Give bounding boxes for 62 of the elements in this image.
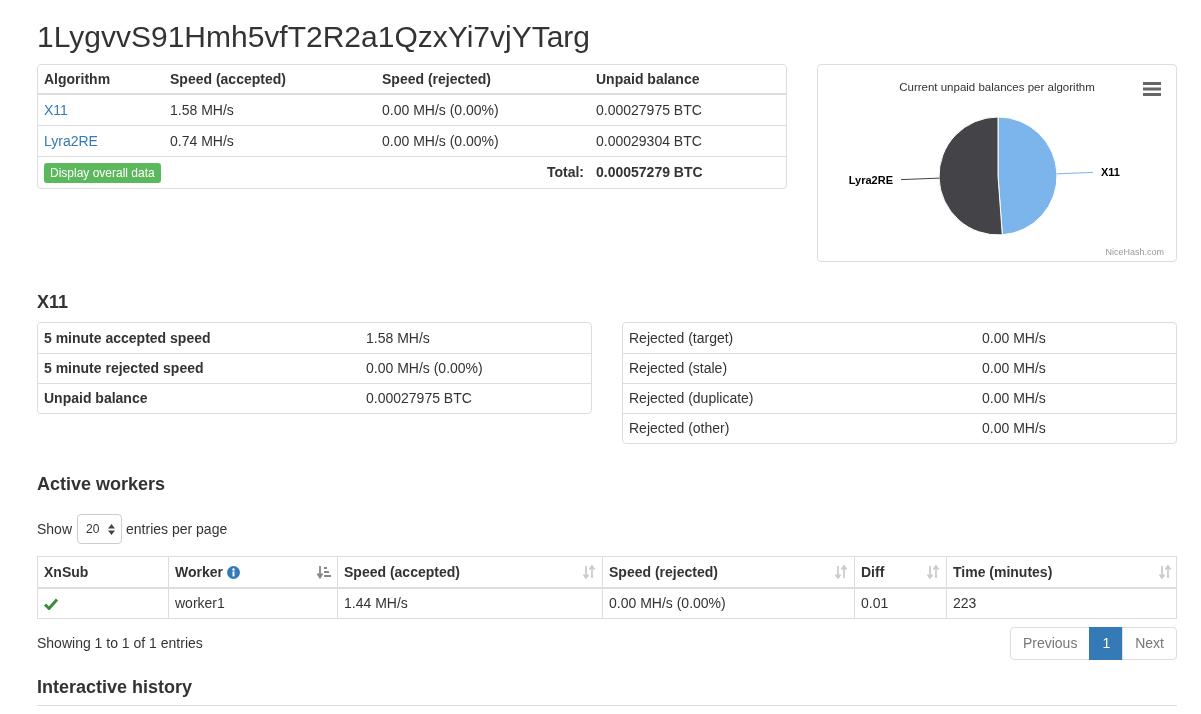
row-label: 5 minute rejected speed (43, 359, 205, 378)
sort-icon[interactable] (1158, 565, 1172, 579)
table-cell-text: 0.00 MH/s (981, 389, 1047, 408)
table-cell-text: 0.00027975 BTC (365, 389, 473, 408)
table-cell-text: 0.00 MH/s (981, 328, 1047, 348)
algorithm-link[interactable]: Lyra2RE (44, 130, 98, 152)
column-header[interactable]: Speed (accepted) (344, 561, 460, 583)
total-label: Total: (546, 163, 584, 182)
table-cell-text: 0.00 MH/s (0.00%) (365, 359, 484, 378)
table-cell: 223 (946, 589, 1178, 618)
column-header: XnSub (44, 562, 89, 582)
column-header[interactable]: Diff (861, 561, 885, 583)
sort-icon[interactable] (926, 565, 940, 579)
per-page-label: entries per page (126, 519, 228, 539)
chart-title: Current unpaid balances per algorithm (899, 81, 1095, 93)
sort-icon[interactable] (317, 565, 331, 579)
table-cell-text: 0.00 MH/s (0.00%) (381, 131, 500, 151)
table-cell-text: 1.58 MH/s (365, 328, 431, 348)
table-cell-text: 0.00 MH/s (0.00%) (381, 100, 500, 120)
section-heading: Active workers (37, 473, 166, 496)
menu-icon[interactable] (1143, 82, 1161, 96)
sort-icon[interactable] (834, 565, 848, 579)
column-header: Unpaid balance (595, 69, 701, 89)
table-cell: 0.01 (854, 589, 946, 618)
row-label: Rejected (duplicate) (628, 389, 755, 408)
row-label: 5 minute accepted speed (43, 328, 212, 348)
caret-icon (108, 523, 116, 535)
table-cell-text: 0.00027975 BTC (595, 100, 703, 120)
column-header: Algorithm (43, 69, 112, 89)
column-header[interactable]: Speed (rejected) (609, 561, 718, 583)
info-icon[interactable] (227, 565, 240, 579)
section-heading: X11 (37, 291, 69, 314)
row-label: Rejected (stale) (628, 359, 729, 378)
row-label: Unpaid balance (43, 389, 149, 408)
pagination-button[interactable]: 1 (1089, 627, 1124, 660)
table-cell-text: 0.00 MH/s (981, 419, 1047, 438)
section-heading: Interactive history (37, 676, 193, 699)
column-header[interactable]: Time (minutes) (953, 561, 1053, 583)
algorithm-link[interactable]: X11 (44, 99, 68, 121)
row-label: Rejected (target) (628, 328, 735, 348)
slice-label: X11 (1101, 166, 1120, 179)
page-size-select[interactable]: 20 (77, 514, 123, 544)
column-header[interactable]: Worker (175, 561, 223, 583)
table-cell: 1.44 MH/s (337, 589, 602, 618)
page-title: 1LygvvS91Hmh5vfT2R2a1QzxYi7vjYTarg (37, 19, 591, 55)
slice-label: Lyra2RE (848, 173, 893, 186)
table-cell-text: 0.00 MH/s (981, 359, 1047, 378)
table-cell-text: 0.74 MH/s (169, 131, 235, 151)
total-value: 0.00057279 BTC (596, 163, 703, 182)
entries-info: Showing 1 to 1 of 1 entries (37, 634, 203, 653)
table-cell-text: 1.58 MH/s (169, 100, 235, 120)
show-label: Show (37, 519, 73, 539)
leader-line (1056, 171, 1094, 175)
table-cell: 0.00 MH/s (0.00%) (602, 589, 854, 618)
column-header: Speed (accepted) (169, 69, 287, 89)
table-cell-text: 0.00029304 BTC (595, 131, 703, 151)
row-label: Rejected (other) (628, 419, 731, 438)
table-cell: worker1 (168, 589, 337, 618)
column-header: Speed (rejected) (381, 69, 492, 89)
leader-line (900, 177, 940, 181)
sort-icon[interactable] (582, 565, 596, 579)
chart-credit: NiceHash.com (1105, 247, 1164, 257)
